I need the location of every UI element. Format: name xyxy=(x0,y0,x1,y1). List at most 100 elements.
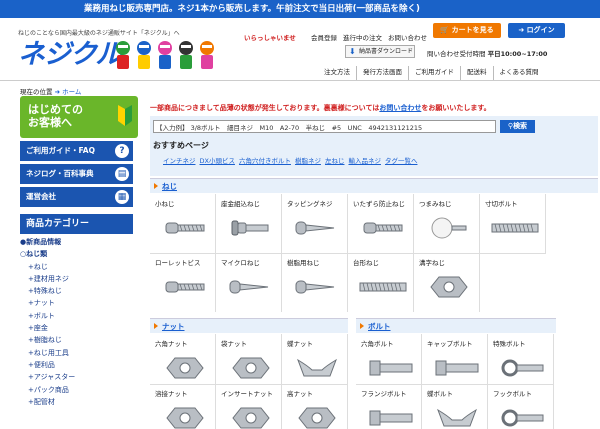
sidebar-category-item[interactable]: ○ねじ類 xyxy=(20,248,133,260)
screw-product-image[interactable] xyxy=(290,212,344,244)
screw-product-label[interactable]: いたずら防止ねじ xyxy=(353,198,405,208)
bolt-product-image[interactable] xyxy=(364,352,418,384)
bolt-product-label[interactable]: キャップボルト xyxy=(427,338,473,348)
register-link[interactable]: 会員登録 xyxy=(311,34,337,42)
screw-product-card[interactable]: つまみねじ xyxy=(414,194,480,253)
screw-product-label[interactable]: タッピングネジ xyxy=(287,198,333,208)
sidebar-category-item[interactable]: +座金 xyxy=(20,322,133,334)
sidebar-category-item[interactable]: +アジャスター xyxy=(20,371,133,383)
sidebar-company-button[interactable]: 運営会社 ▦ xyxy=(20,187,133,207)
screw-product-image[interactable] xyxy=(224,271,278,303)
recommend-link[interactable]: 六角穴付きボルト xyxy=(239,157,291,165)
sidebar-category-item[interactable]: +配管材 xyxy=(20,396,133,408)
screw-product-label[interactable]: 寸切ボルト xyxy=(485,198,518,208)
screw-product-image[interactable] xyxy=(158,271,212,303)
bolts-section-title[interactable]: ボルト xyxy=(356,319,556,334)
screw-product-image[interactable] xyxy=(224,212,278,244)
screw-product-label[interactable]: 溝字ねじ xyxy=(419,257,445,267)
nut-product-image[interactable] xyxy=(158,352,212,384)
product-search-input[interactable] xyxy=(153,120,496,133)
screw-product-label[interactable]: マイクロねじ xyxy=(221,257,260,267)
screw-product-label[interactable]: 樹脂用ねじ xyxy=(287,257,320,267)
bolt-product-card[interactable]: 蝶ボルト xyxy=(422,384,488,429)
screw-product-image[interactable] xyxy=(158,212,212,244)
breadcrumb-home-link[interactable]: ホーム xyxy=(62,88,81,96)
nut-product-image[interactable] xyxy=(158,402,212,429)
screw-product-image[interactable] xyxy=(488,212,542,244)
screw-product-card[interactable]: 樹脂用ねじ xyxy=(282,253,348,312)
bolt-product-label[interactable]: 六角ボルト xyxy=(361,338,394,348)
screws-section-title[interactable]: ねじ xyxy=(150,179,598,194)
nut-product-label[interactable]: インサートナット xyxy=(221,388,273,398)
screw-product-card[interactable]: 小ねじ xyxy=(150,194,216,253)
nut-product-card[interactable]: 六角ナット xyxy=(150,334,216,384)
nut-product-image[interactable] xyxy=(224,352,278,384)
recommend-link[interactable]: タグ一覧へ xyxy=(385,157,418,165)
screw-product-card[interactable]: 座金組込ねじ xyxy=(216,194,282,253)
screw-product-label[interactable]: 小ねじ xyxy=(155,198,175,208)
nut-product-image[interactable] xyxy=(224,402,278,429)
screw-product-card[interactable]: 台形ねじ xyxy=(348,253,414,312)
screw-product-card[interactable]: タッピングネジ xyxy=(282,194,348,253)
screw-product-card[interactable]: 寸切ボルト xyxy=(480,194,546,253)
bolt-product-label[interactable]: フックボルト xyxy=(493,388,532,398)
sidebar-category-item[interactable]: +ナット xyxy=(20,297,133,309)
nav-guide[interactable]: ご利用ガイド xyxy=(408,66,460,80)
bolt-product-card[interactable]: キャップボルト xyxy=(422,334,488,384)
bolt-product-image[interactable] xyxy=(430,352,484,384)
nut-product-label[interactable]: 蝶ナット xyxy=(287,338,313,348)
nav-order-method[interactable]: 注文方法 xyxy=(318,66,356,80)
nut-product-image[interactable] xyxy=(290,402,344,429)
screw-product-label[interactable]: 台形ねじ xyxy=(353,257,379,267)
beginner-guide-banner[interactable]: はじめての お客様へ xyxy=(20,96,138,138)
bolt-product-card[interactable]: 特殊ボルト xyxy=(488,334,554,384)
bolt-product-card[interactable]: フックボルト xyxy=(488,384,554,429)
nut-product-card[interactable]: インサートナット xyxy=(216,384,282,429)
sidebar-category-item[interactable]: +ねじ xyxy=(20,261,133,273)
bolt-product-card[interactable]: 六角ボルト xyxy=(356,334,422,384)
site-logo[interactable]: ネジクル xyxy=(18,40,122,70)
invoice-download-button[interactable]: ⬇ 納品書ダウンロード xyxy=(345,45,415,58)
nut-product-label[interactable]: 高ナット xyxy=(287,388,313,398)
sidebar-category-item[interactable]: +パック商品 xyxy=(20,384,133,396)
bolt-product-image[interactable] xyxy=(496,402,550,429)
screw-product-label[interactable]: ローレットビス xyxy=(155,257,201,267)
screw-product-card[interactable]: いたずら防止ねじ xyxy=(348,194,414,253)
nav-shipping[interactable]: 配送料 xyxy=(460,66,493,80)
screw-product-card[interactable]: 溝字ねじ xyxy=(414,253,480,312)
nut-product-label[interactable]: 六角ナット xyxy=(155,338,188,348)
nut-product-card[interactable]: 蝶ナット xyxy=(282,334,348,384)
orders-link[interactable]: 進行中の注文 xyxy=(343,34,382,42)
nuts-section-title[interactable]: ナット xyxy=(150,319,348,334)
recommend-link[interactable]: 樹脂ネジ xyxy=(295,157,321,165)
recommend-link[interactable]: 輸入品ネジ xyxy=(348,157,381,165)
screw-product-label[interactable]: つまみねじ xyxy=(419,198,452,208)
bolt-product-label[interactable]: 特殊ボルト xyxy=(493,338,526,348)
sidebar-category-item[interactable]: +建材用ネジ xyxy=(20,273,133,285)
bolt-product-image[interactable] xyxy=(364,402,418,429)
recommend-link[interactable]: 左ねじ xyxy=(325,157,345,165)
sidebar-guide-faq-button[interactable]: ご利用ガイド・FAQ ? xyxy=(20,141,133,161)
sidebar-category-item[interactable]: +便利品 xyxy=(20,359,133,371)
nut-product-image[interactable] xyxy=(290,352,344,384)
nut-product-card[interactable]: 溶接ナット xyxy=(150,384,216,429)
bolt-product-label[interactable]: 蝶ボルト xyxy=(427,388,453,398)
screw-product-image[interactable] xyxy=(356,212,410,244)
screw-product-label[interactable]: 座金組込ねじ xyxy=(221,198,260,208)
sidebar-category-item[interactable]: +樹脂ねじ xyxy=(20,334,133,346)
notice-contact-link[interactable]: お問い合わせ xyxy=(379,104,421,112)
nav-issue-screen[interactable]: 発行方法画面 xyxy=(356,66,408,80)
login-button[interactable]: ➜ ログイン xyxy=(508,23,565,38)
nut-product-card[interactable]: 袋ナット xyxy=(216,334,282,384)
sidebar-nejilog-button[interactable]: ネジログ・百科事典 ▤ xyxy=(20,164,133,184)
bolt-product-image[interactable] xyxy=(496,352,550,384)
bolt-product-card[interactable]: フランジボルト xyxy=(356,384,422,429)
nut-product-card[interactable]: 高ナット xyxy=(282,384,348,429)
contact-link[interactable]: お問い合わせ xyxy=(388,34,427,42)
recommend-link[interactable]: インチネジ xyxy=(163,157,196,165)
screw-product-image[interactable] xyxy=(422,212,476,244)
nut-product-label[interactable]: 溶接ナット xyxy=(155,388,188,398)
sidebar-category-item[interactable]: ●新商品情報 xyxy=(20,236,133,248)
screw-product-image[interactable] xyxy=(422,271,476,303)
bolt-product-image[interactable] xyxy=(430,402,484,429)
